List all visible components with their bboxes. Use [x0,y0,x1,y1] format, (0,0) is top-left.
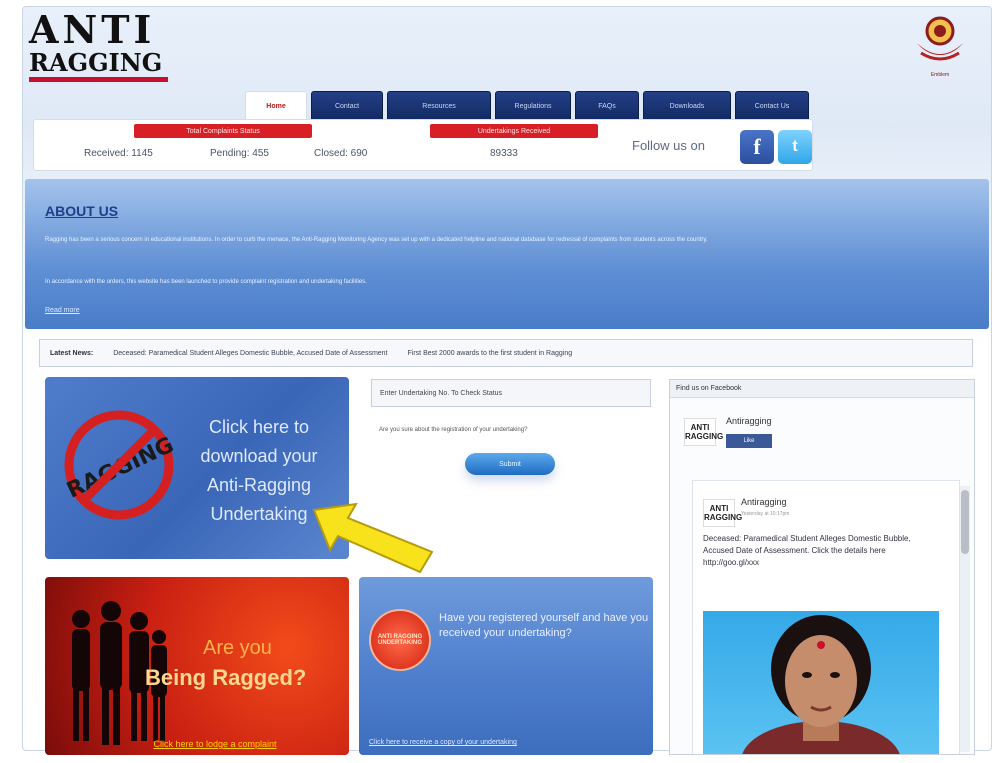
facebook-widget: Find us on Facebook ANTI RAGGING Antirag… [669,379,975,755]
being-ragged-banner[interactable]: Are you Being Ragged? Click here to lodg… [45,577,349,755]
site-logo[interactable]: ANTI RAGGING [29,11,179,89]
logo-text-anti: ANTI [29,7,156,52]
facebook-icon[interactable]: f [740,130,774,164]
page: ANTI RAGGING Emblem Home Contact Resourc… [22,6,992,755]
scrollbar-thumb[interactable] [961,490,969,554]
emblem-icon: Emblem [911,13,969,78]
ticker-item[interactable]: First Best 2000 awards to the first stud… [408,350,573,357]
post-date: Yesterday at 10:17pm [741,511,790,517]
submit-button[interactable]: Submit [465,453,555,475]
news-ticker: Latest News: Deceased: Paramedical Stude… [39,339,973,367]
register-question: Have you registered yourself and have yo… [439,612,649,639]
tab-downloads[interactable]: Downloads [643,91,731,121]
tab-resources[interactable]: Resources [387,91,491,121]
stats-bar: Total Complaints Status Received: 1145 P… [33,119,813,171]
facebook-post: ANTI RAGGING Antiragging Yesterday at 10… [692,480,960,754]
post-page-name[interactable]: Antiragging [741,497,787,507]
no-ragging-icon: RAGGING [63,410,178,520]
download-undertaking-banner[interactable]: RAGGING Click here to download your Anti… [45,377,349,559]
facebook-widget-header: Find us on Facebook [670,380,974,398]
tab-home[interactable]: Home [245,91,307,121]
page-logo: ANTI RAGGING [684,418,723,446]
ticker-item[interactable]: Deceased: Paramedical Student Alleges Do… [113,350,387,357]
complaints-status-label: Total Complaints Status [134,124,312,138]
undertaking-stamp: ANTI RAGGING UNDERTAKING [369,609,431,671]
download-line-1: Click here to [208,417,310,437]
undertakings-label: Undertakings Received [430,124,598,138]
facebook-page-info: ANTI RAGGING Antiragging Like [684,410,884,450]
about-paragraph-1: Ragging has been a serious concern in ed… [45,237,708,243]
tab-faqs[interactable]: FAQs [575,91,639,121]
read-more-link[interactable]: Read more [45,307,80,314]
yellow-arrow-icon [312,502,434,574]
undertaking-status-field[interactable]: Enter Undertaking No. To Check Status [371,379,651,407]
received-count: Received: 1145 [84,148,153,159]
lodge-complaint-link[interactable]: Click here to lodge a complaint [85,739,345,749]
pending-count: Pending: 455 [210,148,269,159]
like-button[interactable]: Like [726,434,772,448]
ticker-label: Latest News: [50,349,94,357]
post-photo[interactable] [703,611,939,754]
follow-us-label: Follow us on [632,138,705,153]
emblem-caption: Emblem [930,72,950,78]
post-logo: ANTI RAGGING [703,499,742,527]
closed-count: Closed: 690 [314,148,368,159]
ragged-line-1: Are you [203,637,272,659]
register-undertaking-banner[interactable]: ANTI RAGGING UNDERTAKING Have you regist… [359,577,653,755]
about-section: ABOUT US Ragging has been a serious conc… [25,179,989,329]
undertaking-note: Are you sure about the registration of y… [379,427,528,433]
main-nav: Home Contact Resources Regulations FAQs … [245,91,809,121]
tab-regulations[interactable]: Regulations [495,91,571,121]
logo-text-ragging: RAGGING [29,49,169,82]
receive-copy-link[interactable]: Click here to receive a copy of your und… [369,739,517,746]
post-body: Deceased: Paramedical Student Alleges Do… [703,534,911,567]
download-line-3: Anti-Ragging [206,475,312,495]
download-line-2: download your [200,446,318,466]
widget-scrollbar[interactable] [960,486,970,752]
ragged-line-2: Being Ragged? [145,665,307,690]
about-paragraph-2: In accordance with the orders, this webs… [45,279,367,285]
tab-contact[interactable]: Contact [311,91,383,121]
about-title: ABOUT US [45,203,119,219]
tab-contact-us[interactable]: Contact Us [735,91,809,121]
twitter-icon[interactable]: t [778,130,812,164]
page-name[interactable]: Antiragging [726,416,772,426]
undertakings-count: 89333 [490,148,518,159]
